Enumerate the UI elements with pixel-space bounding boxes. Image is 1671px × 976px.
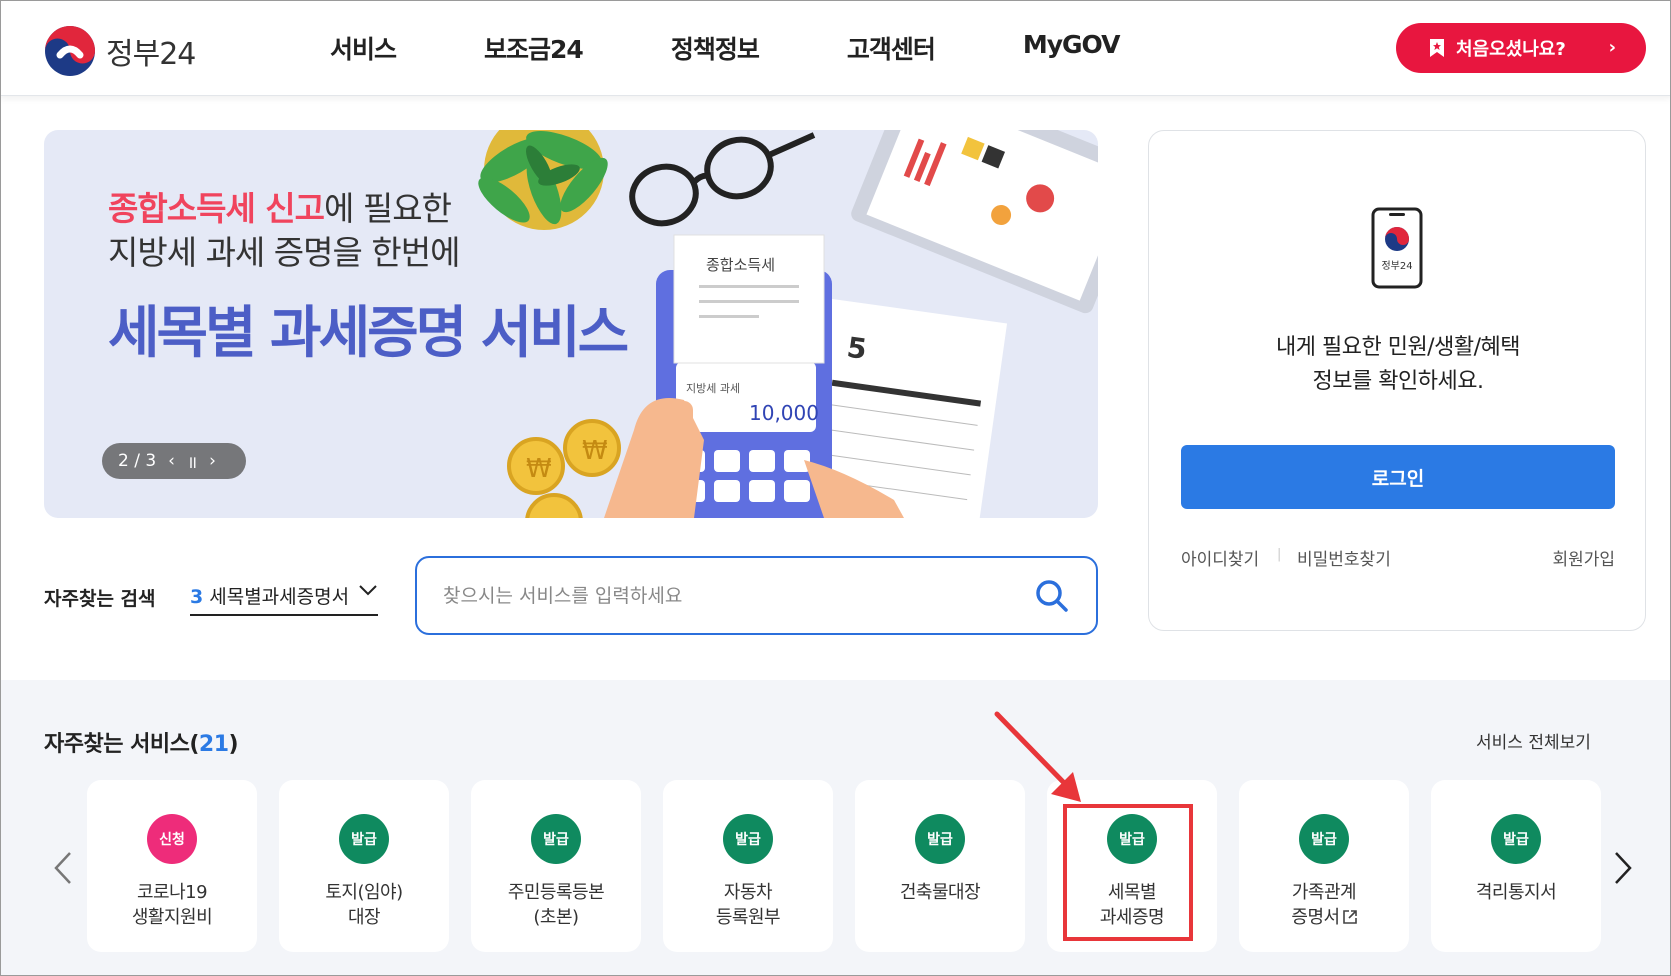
service-name: 코로나19 생활지원비	[87, 880, 257, 930]
service-name-line1: 코로나19	[136, 882, 208, 903]
find-id-link[interactable]: 아이디찾기	[1181, 545, 1259, 570]
bookmark-icon	[1430, 39, 1444, 57]
service-name: 건축물대장	[855, 880, 1025, 905]
service-card-quarantine-notice[interactable]: 발급 격리통지서	[1431, 780, 1601, 952]
nav-subsidy24[interactable]: 보조금24	[484, 30, 584, 66]
banner-line1-rest: 에 필요한	[324, 189, 452, 228]
service-name-line1: 주민등록등본	[507, 882, 605, 903]
service-name-line1: 격리통지서	[1475, 882, 1557, 903]
logo[interactable]: 정부24	[44, 25, 196, 77]
service-card-tax-certificate[interactable]: 발급 세목별 과세증명	[1047, 780, 1217, 952]
banner-line2: 지방세 과세 증명을 한번에	[108, 233, 460, 272]
chevron-left-icon[interactable]	[52, 850, 74, 886]
frequent-search-rank: 3	[190, 586, 204, 608]
services-count: 21	[198, 732, 229, 757]
chevron-right-icon: ›	[1608, 37, 1616, 58]
login-message: 내게 필요한 민원/생활/혜택 정보를 확인하세요.	[1149, 331, 1647, 399]
view-all-services-link[interactable]: 서비스 전체보기	[1476, 728, 1591, 753]
chevron-down-icon	[359, 585, 377, 596]
banner-pager: 2 / 3 ‹ ॥ ›	[102, 443, 246, 479]
chevron-right-icon[interactable]	[1612, 850, 1634, 886]
svg-text:₩: ₩	[582, 436, 608, 466]
signup-link[interactable]: 회원가입	[1552, 545, 1615, 570]
nav-mygov[interactable]: MyGOV	[1023, 30, 1121, 66]
nav-services[interactable]: 서비스	[330, 30, 397, 66]
status-badge: 발급	[723, 814, 773, 864]
header: 정부24 서비스 보조금24 정책정보 고객센터 MyGOV 처음오셨나요? ›	[0, 0, 1671, 96]
calculator-value: 10,000	[749, 401, 819, 425]
service-card-land-register[interactable]: 발급 토지(임야) 대장	[279, 780, 449, 952]
promo-banner[interactable]: 5 지방세 과세 10,000 종합소득세 ₩ ₩ 종합소득세 신고에 필요한 …	[44, 130, 1098, 518]
taegeuk-logo-icon	[45, 26, 95, 76]
banner-headline: 세목별 과세증명 서비스	[108, 301, 629, 366]
calculator-label: 지방세 과세	[686, 382, 740, 395]
service-name-line2: 과세증명	[1099, 907, 1165, 928]
service-card-building-register[interactable]: 발급 건축물대장	[855, 780, 1025, 952]
pause-icon[interactable]: ॥	[187, 450, 197, 473]
main-nav: 서비스 보조금24 정책정보 고객센터 MyGOV	[330, 30, 1207, 66]
status-badge: 신청	[147, 814, 197, 864]
status-badge: 발급	[915, 814, 965, 864]
service-name-line2: 생활지원비	[131, 907, 213, 928]
login-message-line2: 정보를 확인하세요.	[1312, 369, 1484, 394]
service-name: 주민등록등본 (초본)	[471, 880, 641, 930]
banner-page-indicator: 2 / 3	[118, 451, 157, 471]
service-name: 토지(임야) 대장	[279, 880, 449, 930]
service-name: 세목별 과세증명	[1047, 880, 1217, 930]
find-password-link[interactable]: 비밀번호찾기	[1297, 545, 1391, 570]
service-name-line1: 세목별	[1107, 882, 1157, 903]
status-badge: 발급	[1107, 814, 1157, 864]
frequent-search-dropdown[interactable]: 3 세목별과세증명서	[190, 582, 378, 616]
nav-customer-center[interactable]: 고객센터	[847, 30, 936, 66]
service-card-vehicle-register[interactable]: 발급 자동차 등록원부	[663, 780, 833, 952]
frequent-services-section: 자주찾는 서비스(21) 서비스 전체보기 신청 코로나19 생활지원비 발급 …	[0, 680, 1671, 976]
status-badge: 발급	[1491, 814, 1541, 864]
status-badge: 발급	[1299, 814, 1349, 864]
external-link-icon	[1342, 910, 1357, 924]
services-title-text: 자주찾는 서비스(	[44, 732, 199, 757]
frequent-search-value: 세목별과세증명서	[209, 586, 350, 608]
phone-app-icon: 정부24	[1371, 207, 1423, 289]
link-divider: |	[1277, 547, 1282, 562]
services-title-end: )	[228, 732, 239, 757]
service-name-line2: 대장	[347, 907, 381, 928]
status-badge: 발급	[531, 814, 581, 864]
services-title: 자주찾는 서비스(21)	[44, 726, 239, 758]
first-visit-button[interactable]: 처음오셨나요? ›	[1396, 23, 1646, 73]
search-input[interactable]	[443, 580, 1003, 612]
login-button[interactable]: 로그인	[1181, 445, 1615, 509]
service-name: 격리통지서	[1431, 880, 1601, 905]
prev-slide-icon[interactable]: ‹	[168, 451, 175, 471]
next-slide-icon[interactable]: ›	[209, 451, 216, 471]
service-name: 자동차 등록원부	[663, 880, 833, 930]
service-name: 가족관계 증명서	[1239, 880, 1409, 930]
service-card-resident-registration[interactable]: 발급 주민등록등본 (초본)	[471, 780, 641, 952]
service-name-line2: 등록원부	[715, 907, 781, 928]
frequent-search-label: 자주찾는 검색	[44, 588, 156, 610]
service-name-line1: 토지(임야)	[325, 882, 403, 903]
service-name-line1: 자동차	[723, 882, 773, 903]
login-message-line1: 내게 필요한 민원/생활/혜택	[1276, 335, 1520, 360]
service-card-covid-support[interactable]: 신청 코로나19 생활지원비	[87, 780, 257, 952]
receipt-title: 종합소득세	[706, 256, 775, 274]
login-card: 정부24 내게 필요한 민원/생활/혜택 정보를 확인하세요. 로그인 아이디찾…	[1148, 130, 1646, 631]
service-name-line1: 가족관계	[1291, 882, 1357, 903]
service-card-family-certificate[interactable]: 발급 가족관계 증명서	[1239, 780, 1409, 952]
search-box	[415, 556, 1098, 635]
nav-policy-info[interactable]: 정책정보	[671, 30, 760, 66]
first-visit-label: 처음오셨나요?	[1456, 39, 1566, 60]
search-icon[interactable]	[1034, 578, 1070, 614]
service-name-line2: (초본)	[533, 907, 579, 928]
banner-line1-highlight: 종합소득세 신고	[108, 189, 325, 228]
status-badge: 발급	[339, 814, 389, 864]
logo-text: 정부24	[106, 37, 196, 72]
svg-text:₩: ₩	[526, 454, 552, 484]
banner-line1: 종합소득세 신고에 필요한	[108, 182, 452, 230]
service-name-line2: 증명서	[1291, 907, 1340, 928]
service-name-line1: 건축물대장	[899, 882, 981, 903]
service-name-line2-wrap: 증명서	[1239, 905, 1409, 930]
phone-app-label: 정부24	[1381, 260, 1412, 272]
